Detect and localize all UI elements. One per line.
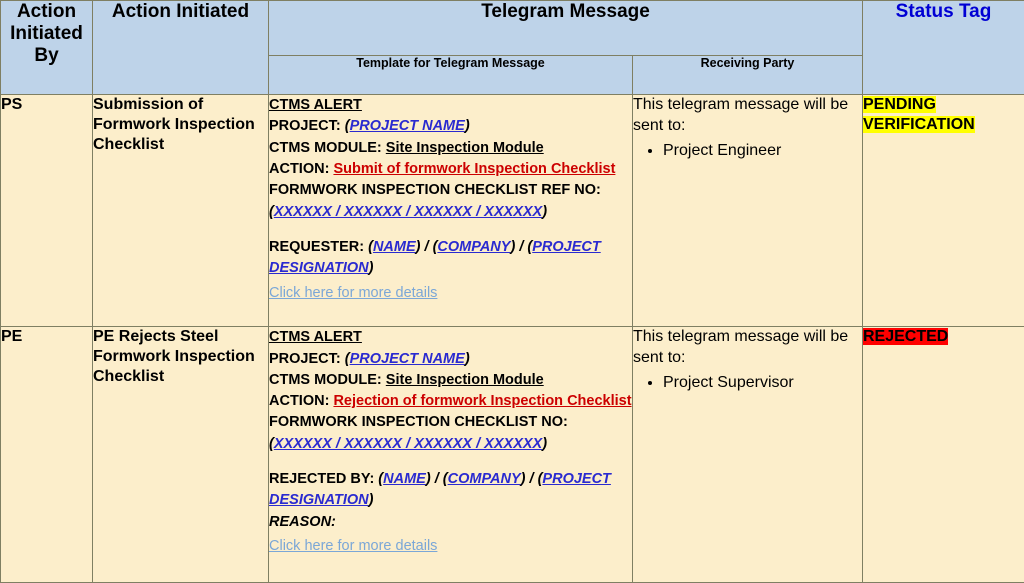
more-details-link[interactable]: Click here for more details: [269, 283, 632, 304]
separator: / (: [430, 471, 448, 488]
paren-open: (: [374, 471, 384, 488]
receiving-intro: This telegram message will be sent to:: [633, 96, 849, 134]
telegram-template: CTMS ALERT PROJECT: (PROJECT NAME) CTMS …: [269, 95, 632, 304]
project-placeholder: PROJECT NAME: [349, 118, 465, 135]
ref-placeholder: XXXXXX / XXXXXX / XXXXXX / XXXXXX: [273, 203, 543, 220]
action-line: ACTION: Submit of formwork Inspection Ch…: [269, 159, 632, 180]
actor-code: PE: [1, 328, 23, 346]
party-line: REQUESTER: (NAME) / (COMPANY) / (PROJECT…: [269, 237, 632, 280]
cell-action: PE Rejects Steel Formwork Inspection Che…: [92, 326, 269, 583]
ref-value-line: (XXXXXX / XXXXXX / XXXXXX / XXXXXX): [269, 434, 632, 455]
cell-telegram-template: CTMS ALERT PROJECT: (PROJECT NAME) CTMS …: [268, 326, 633, 583]
reason-label: REASON:: [269, 513, 336, 530]
cell-actor: PE: [0, 326, 93, 583]
paren-close: ): [464, 118, 470, 135]
party-company-placeholder: COMPANY: [447, 471, 521, 488]
more-details-link[interactable]: Click here for more details: [269, 536, 632, 557]
table-row: PS Submission of Formwork Inspection Che…: [0, 93, 1024, 328]
cell-status-tag: REJECTED: [862, 326, 1024, 583]
alert-title: CTMS ALERT: [269, 97, 362, 113]
receiving-party: This telegram message will be sent to: P…: [633, 95, 862, 161]
list-item: Project Supervisor: [663, 373, 862, 394]
recipient-list: Project Engineer: [633, 141, 862, 162]
paren-close: ): [368, 492, 374, 509]
party-label: REJECTED BY:: [269, 471, 375, 488]
project-line: PROJECT: (PROJECT NAME): [269, 116, 632, 137]
module-line: CTMS MODULE: Site Inspection Module: [269, 138, 632, 159]
column-header-receiving-party: Receiving Party: [632, 55, 863, 95]
module-label: CTMS MODULE:: [269, 139, 386, 156]
header-line-2: Initiated: [10, 22, 83, 44]
project-placeholder: PROJECT NAME: [349, 350, 465, 367]
actor-code: PS: [1, 96, 23, 113]
separator: / (: [420, 238, 438, 255]
column-header-status-tag: Status Tag: [862, 0, 1024, 95]
alert-title: CTMS ALERT: [269, 329, 362, 346]
party-company-placeholder: COMPANY: [437, 238, 511, 255]
header-row-primary: Action Initiated By Action Initiated Tel…: [0, 0, 1024, 95]
paren-close: ): [542, 203, 548, 220]
paren-open: (: [364, 238, 373, 255]
cell-action: Submission of Formwork Inspection Checkl…: [92, 93, 269, 328]
project-line: PROJECT: (PROJECT NAME): [269, 349, 632, 370]
telegram-message-matrix: Action Initiated By Action Initiated Tel…: [0, 0, 1024, 583]
separator: / (: [525, 471, 543, 488]
project-label: PROJECT:: [269, 118, 345, 135]
column-header-template-for-telegram-message: Template for Telegram Message: [268, 55, 633, 95]
cell-actor: PS: [0, 93, 93, 328]
separator: / (: [515, 238, 533, 255]
list-item: Project Engineer: [663, 141, 862, 162]
status-badge: PENDING VERIFICATION: [863, 96, 975, 133]
ref-label: FORMWORK INSPECTION CHECKLIST REF NO:: [269, 182, 601, 199]
action-value: Submit of formwork Inspection Checklist: [333, 160, 616, 177]
action-description: PE Rejects Steel Formwork Inspection Che…: [93, 328, 255, 386]
paren-close: ): [368, 260, 374, 277]
action-value: Rejection of formwork Inspection Checkli…: [333, 393, 632, 410]
cell-status-tag: PENDING VERIFICATION: [862, 93, 1024, 328]
telegram-template: CTMS ALERT PROJECT: (PROJECT NAME) CTMS …: [269, 327, 632, 557]
table-body: PS Submission of Formwork Inspection Che…: [0, 93, 1024, 583]
module-label: CTMS MODULE:: [269, 371, 386, 388]
ref-label: FORMWORK INSPECTION CHECKLIST NO:: [269, 414, 568, 431]
project-label: PROJECT:: [269, 350, 345, 367]
column-header-action-initiated: Action Initiated: [92, 0, 269, 95]
table-header: Action Initiated By Action Initiated Tel…: [0, 0, 1024, 95]
column-header-telegram-message: Telegram Message: [268, 0, 863, 56]
receiving-intro: This telegram message will be sent to:: [633, 328, 849, 366]
paren-close: ): [464, 350, 470, 367]
header-line-3: By: [34, 44, 59, 66]
receiving-party: This telegram message will be sent to: P…: [633, 327, 862, 393]
paren-close: ): [542, 435, 548, 452]
ref-placeholder: XXXXXX / XXXXXX / XXXXXX / XXXXXX: [273, 435, 543, 452]
party-name-placeholder: NAME: [383, 471, 426, 488]
table-row: PE PE Rejects Steel Formwork Inspection …: [0, 326, 1024, 583]
party-label: REQUESTER:: [269, 238, 365, 255]
column-header-action-initiated-by: Action Initiated By: [0, 0, 93, 95]
party-line: REJECTED BY: (NAME) / (COMPANY) / (PROJE…: [269, 469, 632, 512]
action-description: Submission of Formwork Inspection Checkl…: [93, 96, 255, 153]
recipient-list: Project Supervisor: [633, 373, 862, 394]
party-name-placeholder: NAME: [372, 238, 416, 255]
action-line: ACTION: Rejection of formwork Inspection…: [269, 391, 632, 412]
action-label: ACTION:: [269, 160, 334, 177]
ref-value-line: (XXXXXX / XXXXXX / XXXXXX / XXXXXX): [269, 202, 632, 223]
module-value: Site Inspection Module: [385, 371, 544, 388]
cell-telegram-template: CTMS ALERT PROJECT: (PROJECT NAME) CTMS …: [268, 93, 633, 328]
module-line: CTMS MODULE: Site Inspection Module: [269, 370, 632, 391]
matrix-table: Action Initiated By Action Initiated Tel…: [0, 0, 1024, 583]
module-value: Site Inspection Module: [385, 139, 544, 156]
action-label: ACTION:: [269, 393, 334, 410]
header-line-1: Action: [16, 1, 77, 22]
status-badge: REJECTED: [863, 328, 949, 346]
cell-receiving-party: This telegram message will be sent to: P…: [632, 326, 863, 583]
cell-receiving-party: This telegram message will be sent to: P…: [632, 93, 863, 328]
